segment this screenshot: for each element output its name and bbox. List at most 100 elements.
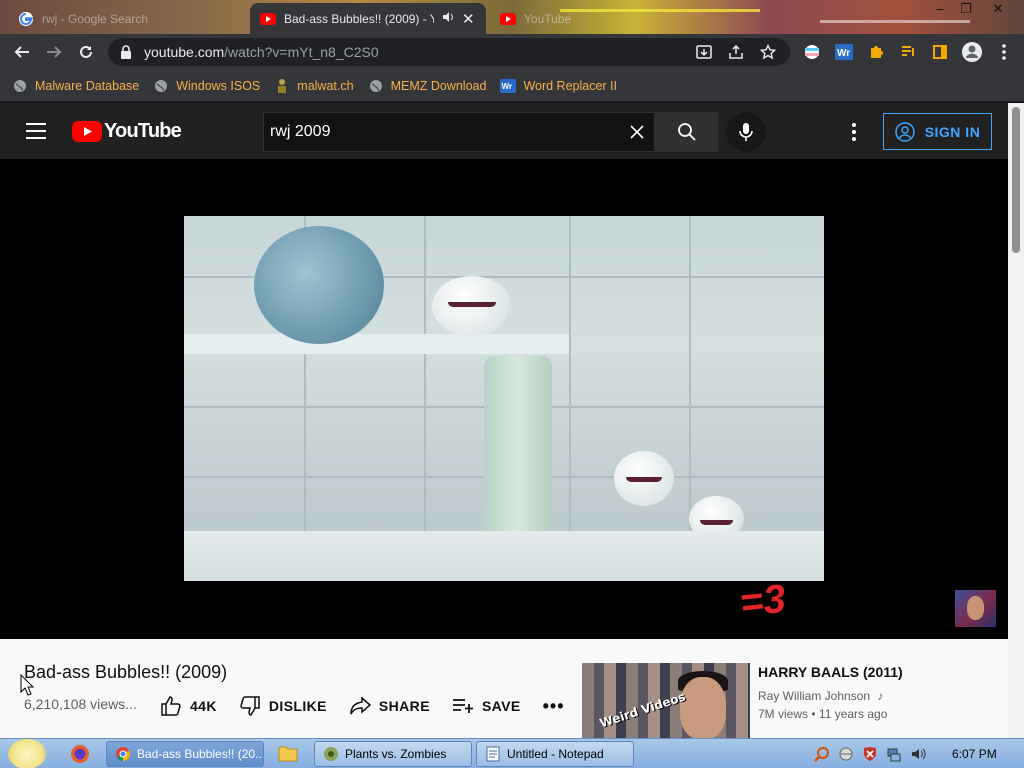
chrome-icon [115,746,131,762]
close-icon [630,125,644,139]
account-circle-icon [894,121,915,142]
bubble-character [432,276,512,336]
like-button[interactable]: 44K [160,695,217,717]
sign-in-button[interactable]: SIGN IN [883,113,992,150]
youtube-masthead: YouTube rwj 2009 SIGN IN [0,103,1008,159]
reload-icon [80,45,92,58]
back-button[interactable] [6,36,38,68]
youtube-play-logo-icon [72,121,102,142]
youtube-logo[interactable]: YouTube [72,120,182,143]
window-close-icon[interactable]: ✕ [982,0,1014,18]
microphone-icon [739,123,753,141]
page-scrollbar[interactable] [1008,103,1024,738]
svg-text:Wr: Wr [502,82,513,91]
arrow-left-icon [14,46,29,58]
bookmark-word-replacer[interactable]: Wr Word Replacer II [500,78,617,94]
firefox-icon[interactable] [70,744,90,764]
search-query: rwj 2009 [270,123,331,140]
voice-search-button[interactable] [726,112,766,152]
dislike-label: DISLIKE [268,698,327,714]
bookmark-memz-download[interactable]: MEMZ Download [368,78,486,94]
restore-icon[interactable]: ❐ [950,0,982,18]
search-button[interactable] [655,112,718,152]
notepad-icon [485,746,501,762]
search-input[interactable]: rwj 2009 [263,112,655,152]
tab-youtube[interactable]: YouTube [490,3,640,34]
tab-google-search[interactable]: rwj - Google Search [8,3,248,34]
address-bar[interactable]: youtube.com/watch?v=mYt_n8_C2S0 [108,38,790,66]
like-count: 44K [190,698,217,714]
youtube-wordmark: YouTube [104,120,182,142]
profile-avatar-icon[interactable] [956,36,988,68]
video-title: Bad-ass Bubbles!! (2009) [24,662,228,682]
bath-sponge [254,226,384,344]
thumbnail-face [680,677,726,738]
network-icon[interactable] [884,744,904,764]
mouse-cursor-icon [20,674,34,696]
bookmark-label: malwat.ch [297,78,354,93]
browser-toolbar: youtube.com/watch?v=mYt_n8_C2S0 Wr [0,34,1024,70]
thumbs-up-icon [161,696,181,716]
search-tray-icon[interactable] [812,744,832,764]
thumbs-down-icon [240,696,260,716]
dislike-button[interactable]: DISLIKE [239,695,327,717]
security-alert-icon[interactable] [860,744,880,764]
save-button[interactable]: SAVE [452,698,521,714]
globe-icon [12,78,28,94]
extension-flag-icon[interactable] [796,36,828,68]
share-button[interactable]: SHARE [349,696,430,716]
globe-icon [153,78,169,94]
search-clear-button[interactable] [620,112,654,152]
playlist-add-icon [452,699,473,713]
extensions-puzzle-icon[interactable] [860,36,892,68]
network-globe-icon[interactable] [836,744,856,764]
game-icon [323,746,339,762]
recommended-thumbnail[interactable]: Weird Videos [582,663,750,738]
media-queue-icon[interactable] [892,36,924,68]
recommended-channel[interactable]: Ray William Johnson ♪ [758,689,883,703]
chrome-menu-icon[interactable] [988,36,1020,68]
bath-ledge [184,334,569,354]
channel-watermark[interactable] [955,590,996,627]
menu-icon[interactable] [26,123,46,144]
lock-icon [121,45,131,59]
reload-button[interactable] [70,36,102,68]
task-label: Bad-ass Bubbles!! (20... [137,747,264,761]
bookmark-malwatch[interactable]: malwat.ch [274,78,354,94]
globe-icon [368,78,384,94]
speaker-icon[interactable] [442,11,454,26]
save-label: SAVE [481,698,521,714]
search-icon [677,123,696,141]
video-actions: 44K DISLIKE SHARE SAVE ••• [160,695,587,717]
system-tray [812,739,932,768]
more-actions-button[interactable]: ••• [543,696,565,717]
recommended-title[interactable]: HARRY BAALS (2011) [758,664,903,680]
side-panel-icon[interactable] [924,36,956,68]
taskbar-plants-vs-zombies[interactable]: Plants vs. Zombies [314,741,472,767]
tab-close-icon[interactable]: ✕ [462,10,475,28]
bookmarks-bar: Malware Database Windows ISOS malwat.ch … [0,70,1024,102]
taskbar-clock[interactable]: 6:07 PM [952,747,997,761]
tab-youtube-video[interactable]: Bad-ass Bubbles!! (2009) - YouTube ✕ [250,3,486,34]
folder-icon[interactable] [278,744,298,764]
start-button[interactable] [8,739,46,768]
scrollbar-thumb[interactable] [1012,107,1020,253]
bookmark-star-icon[interactable] [752,36,784,68]
taskbar-chrome-window[interactable]: Bad-ass Bubbles!! (20... [106,741,264,767]
taskbar-notepad[interactable]: Untitled - Notepad [476,741,634,767]
view-count[interactable]: 6,210,108 views... [24,696,137,712]
word-replacer-extension-icon[interactable]: Wr [828,36,860,68]
volume-icon[interactable] [908,744,928,764]
malwatch-icon [274,78,290,94]
channel-name: Ray William Johnson [758,689,871,703]
settings-more-icon[interactable] [843,120,865,144]
bookmark-windows-isos[interactable]: Windows ISOS [153,78,260,94]
bookmark-malware-database[interactable]: Malware Database [12,78,139,94]
forward-button[interactable] [38,36,70,68]
share-page-icon[interactable] [720,36,752,68]
bubble-character [614,451,674,506]
video-player[interactable]: =3 [0,159,1008,639]
task-label: Untitled - Notepad [507,747,604,761]
url-path: /watch?v=mYt_n8_C2S0 [224,44,379,60]
install-icon[interactable] [688,36,720,68]
